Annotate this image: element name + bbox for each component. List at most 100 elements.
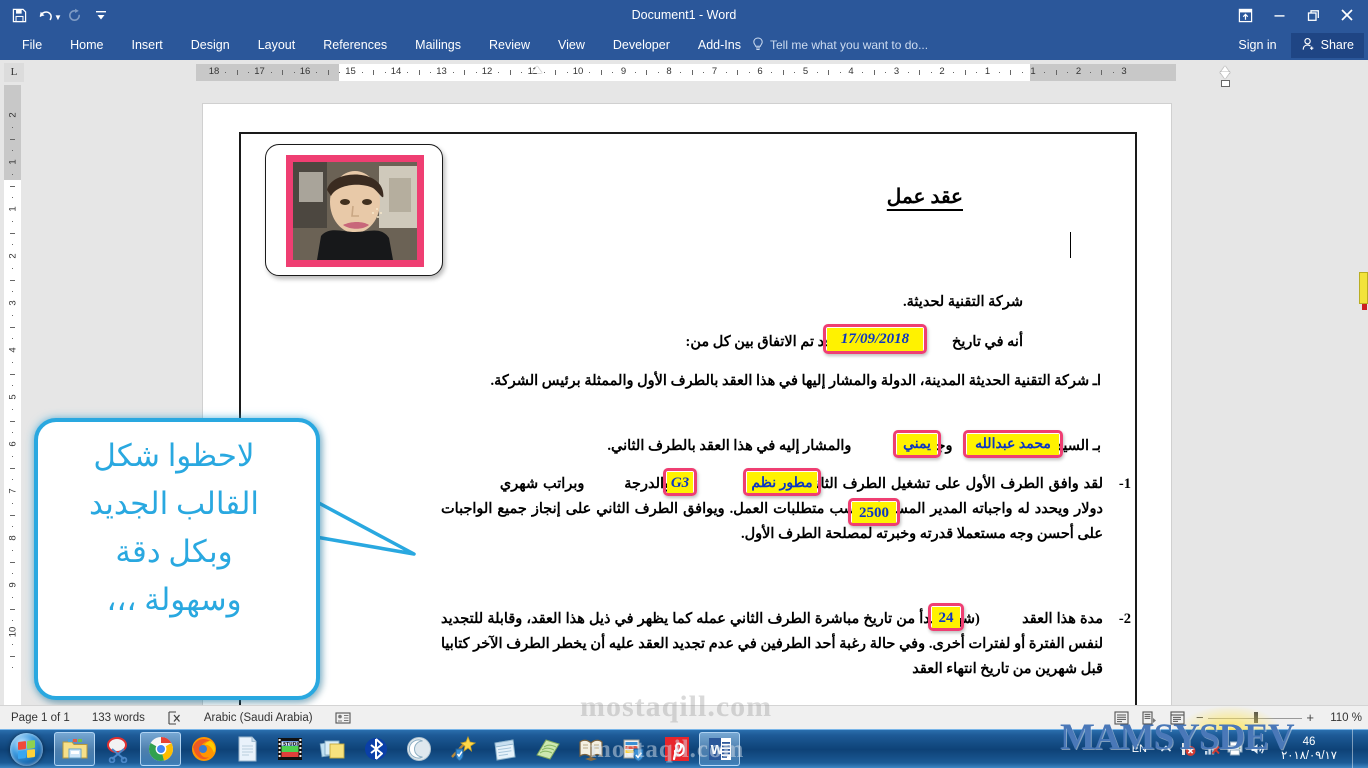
taskbar-pinterest[interactable] (656, 732, 697, 766)
tab-file[interactable]: File (8, 30, 56, 60)
language-indicator[interactable]: Arabic (Saudi Arabia) (193, 712, 324, 724)
field-contract-date[interactable]: 17/09/2018 (827, 328, 923, 352)
tab-home[interactable]: Home (56, 30, 117, 60)
taskbar-sticky-notes[interactable] (312, 732, 353, 766)
indent-markers-right[interactable] (1220, 66, 1230, 87)
first-line-indent-marker[interactable] (532, 66, 542, 73)
vertical-half-mark (10, 185, 15, 187)
taskbar-file-explorer[interactable] (54, 732, 95, 766)
sign-in-button[interactable]: Sign in (1228, 38, 1286, 52)
taskbar-green-book[interactable] (527, 732, 568, 766)
tab-review[interactable]: Review (475, 30, 544, 60)
page-indicator[interactable]: Page 1 of 1 (0, 712, 81, 724)
list-number-1: 1- (1118, 476, 1131, 492)
field-nationality[interactable]: يمني (897, 434, 937, 456)
taskbar-quran-book[interactable] (570, 732, 611, 766)
tab-add-ins[interactable]: Add-Ins (684, 30, 755, 60)
taskbar-text-document[interactable] (226, 732, 267, 766)
right-edge-red-marker (1362, 304, 1367, 310)
printer-icon[interactable] (1226, 740, 1243, 757)
zoom-in-button[interactable]: + (1306, 710, 1314, 725)
tab-layout[interactable]: Layout (244, 30, 310, 60)
taskbar-notepad-app[interactable] (484, 732, 525, 766)
taskbar-moon-app[interactable] (398, 732, 439, 766)
ruler-quarter-dot (339, 72, 341, 73)
horizontal-ruler[interactable]: L 18 17 16 15 14 13 12 11 10 9 8 7 6 5 4 3 2 1 1 2 3 (0, 60, 1368, 87)
ruler-quarter-dot (794, 72, 796, 73)
show-hidden-icons-chevron-icon[interactable] (1157, 740, 1174, 757)
callout-line-4: وسهولة ،،، (106, 582, 242, 617)
word-count[interactable]: 133 words (81, 712, 156, 724)
field-employee-name[interactable]: محمد عبدالله (967, 434, 1059, 456)
taskbar-bluetooth[interactable] (355, 732, 396, 766)
field-grade[interactable]: G3 (667, 472, 693, 494)
taskbar-snipping-tool[interactable] (97, 732, 138, 766)
tab-insert[interactable]: Insert (118, 30, 177, 60)
vertical-quarter-dot (12, 479, 13, 481)
taskbar-clock[interactable]: 46 ٢٠١٨/٠٩/١٧ (1272, 735, 1346, 763)
tab-view[interactable]: View (544, 30, 599, 60)
macro-record-icon[interactable] (324, 711, 362, 725)
start-button[interactable] (2, 731, 50, 767)
tab-developer[interactable]: Developer (599, 30, 684, 60)
ruler-half-mark (373, 70, 375, 75)
language-bar-indicator[interactable]: EN (1128, 743, 1151, 755)
field-salary[interactable]: 2500 (852, 502, 896, 524)
close-button[interactable] (1330, 1, 1364, 29)
item1-part-c: وبراتب شهري (499, 476, 585, 492)
restore-button[interactable] (1296, 1, 1330, 29)
vertical-half-mark (10, 608, 15, 610)
taskbar-mozilla-firefox[interactable] (183, 732, 224, 766)
document-workspace: L 18 17 16 15 14 13 12 11 10 9 8 7 6 5 4 3 2 1 1 2 3 2112345… (0, 60, 1368, 705)
document-body[interactable]: عقد عمل شركة التقنية لحديثة. أنه في تاري… (203, 104, 1171, 705)
share-button[interactable]: Share (1290, 32, 1364, 58)
ruler-tick-4: 14 (390, 66, 402, 77)
proofing-errors-icon[interactable] (156, 710, 193, 725)
field-job-title[interactable]: مطور نظم (747, 472, 817, 494)
zoom-slider-handle[interactable] (1254, 712, 1258, 723)
tab-design[interactable]: Design (177, 30, 244, 60)
taskbar-google-chrome[interactable] (140, 732, 181, 766)
item1-part-d: دولار ويحدد له واجباته المدير المسؤول حس… (441, 501, 1103, 542)
ruler-quarter-dot (930, 72, 932, 73)
ruler-quarter-dot (976, 72, 978, 73)
show-desktop-button[interactable] (1352, 729, 1364, 768)
taskbar-files-shield[interactable] (613, 732, 654, 766)
bluetooth-icon (364, 738, 387, 760)
web-layout-view-icon[interactable] (1168, 710, 1186, 726)
ruler-quarter-dot (1067, 72, 1069, 73)
ruler-quarter-dot (498, 72, 500, 73)
google-chrome-icon (148, 737, 173, 761)
tell-me-search[interactable]: Tell me what you want to do... (752, 30, 928, 60)
party-b-suffix: والمشار إليه في هذا العقد بالطرف الثاني. (607, 438, 852, 454)
item2-part-a: مدة هذا العقد (1022, 611, 1104, 627)
ruler-tick-2: 16 (299, 66, 311, 77)
callout-bubble[interactable]: لاحظوا شكل القالب الجديد وبكل دقة وسهولة… (34, 418, 320, 700)
taskbar-wizard-shield[interactable] (441, 732, 482, 766)
vertical-ruler[interactable]: 2 1 1 2 3 4 5 6 7 8 9 10 (0, 85, 24, 705)
zoom-slider[interactable]: − + (1196, 710, 1314, 726)
document-page[interactable]: عقد عمل شركة التقنية لحديثة. أنه في تاري… (202, 103, 1172, 705)
network-disconnected-icon[interactable] (1203, 740, 1220, 757)
action-center-error-icon[interactable] (1180, 740, 1197, 757)
ruler-half-mark (1010, 70, 1012, 75)
vertical-quarter-dot (12, 455, 13, 457)
ribbon-tab-bar: File Home Insert Design Layout Reference… (0, 30, 1368, 60)
tab-mailings[interactable]: Mailings (401, 30, 475, 60)
minimize-button[interactable] (1262, 1, 1296, 29)
volume-icon[interactable] (1249, 740, 1266, 757)
ruler-quarter-dot (680, 72, 682, 73)
field-contract-months[interactable]: 24 (932, 607, 960, 629)
read-mode-view-icon[interactable] (1112, 710, 1130, 726)
taskbar-studio-video[interactable]: STUDIO (269, 732, 310, 766)
vertical-quarter-dot (12, 244, 13, 246)
microsoft-word-icon: W (708, 738, 731, 760)
ruler-half-mark (236, 70, 238, 75)
taskbar-microsoft-word[interactable]: W (699, 732, 740, 766)
tab-stop-selector[interactable]: L (4, 63, 24, 82)
tab-references[interactable]: References (309, 30, 401, 60)
zoom-level-label[interactable]: 110 % (1324, 712, 1362, 724)
print-layout-view-icon[interactable] (1140, 710, 1158, 726)
ribbon-display-options-icon[interactable] (1228, 1, 1262, 29)
zoom-out-button[interactable]: − (1196, 711, 1204, 724)
